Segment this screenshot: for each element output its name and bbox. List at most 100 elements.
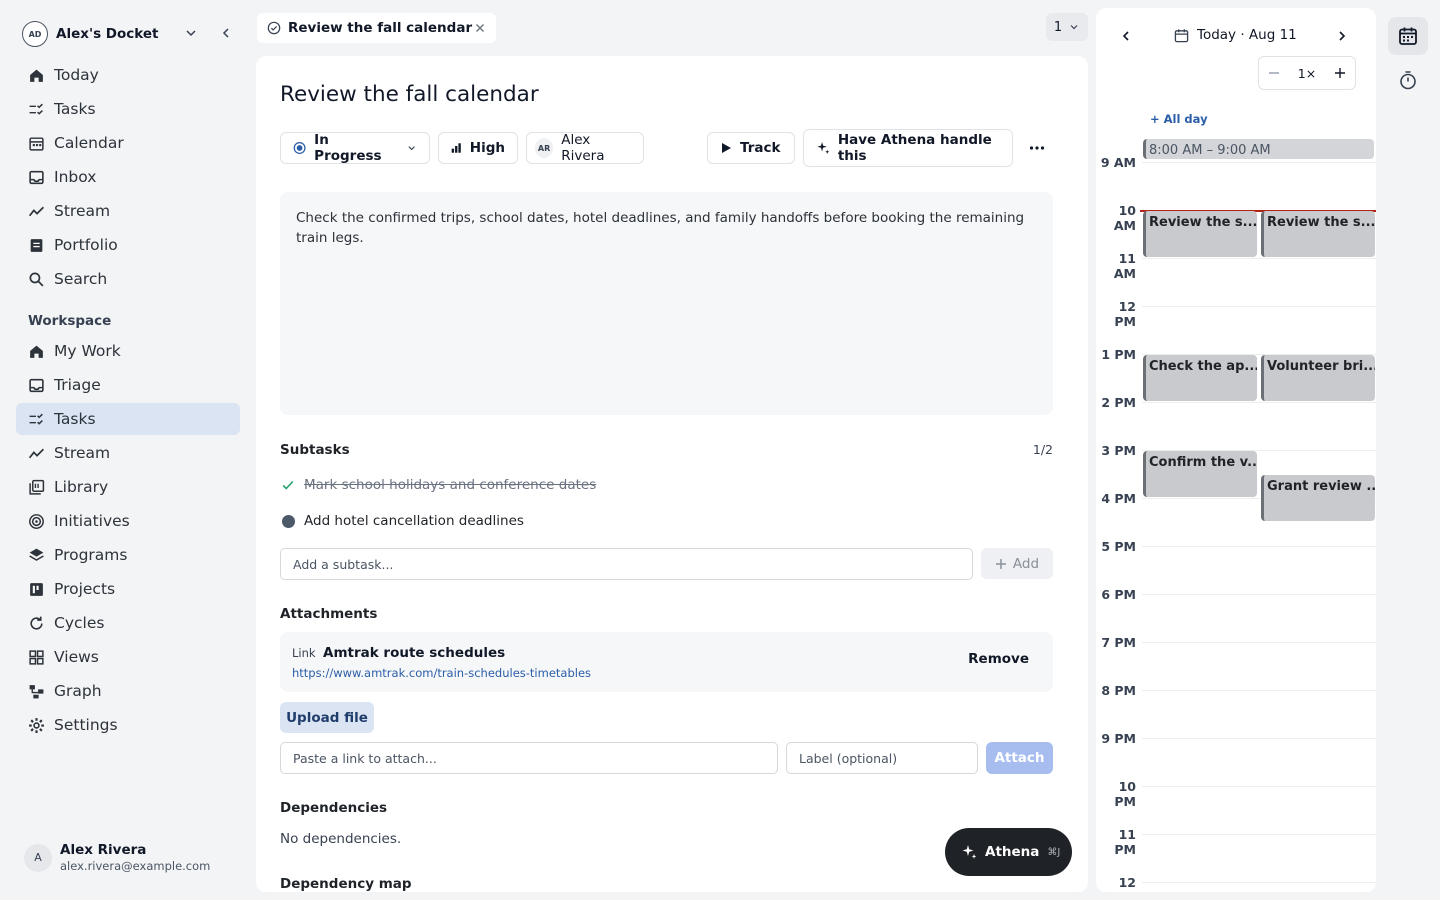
subtask-input[interactable]: Add a subtask... [280,548,973,580]
status-dropdown[interactable]: In Progress [280,132,430,164]
attachments-heading: Attachments [280,606,378,622]
timer-panel-toggle[interactable] [1388,61,1428,99]
priority-label: High [469,140,505,156]
hour-label: 9 PM [1101,731,1136,746]
calendar-event[interactable]: Volunteer bri... [1261,355,1375,401]
stream-icon [28,445,45,462]
calendar-panel-toggle[interactable] [1388,17,1428,55]
sidebar-item-library[interactable]: Library [16,471,240,503]
subtask-toggle[interactable] [280,513,296,529]
check-icon[interactable] [280,477,296,493]
calendar-today-button[interactable]: Today · Aug 11 [1174,27,1297,43]
attachment-label-input[interactable]: Label (optional) [786,742,978,774]
sidebar-item-label: Library [54,478,109,496]
sidebar-item-triage[interactable]: Triage [16,369,240,401]
workspace-section-label: Workspace [28,313,112,329]
subtask-item[interactable]: Add hotel cancellation deadlines [280,513,524,529]
close-icon[interactable] [472,20,488,36]
assignee-dropdown[interactable]: AR Alex Rivera [526,132,644,164]
page-title: Review the fall calendar [280,82,539,107]
sidebar-item-label: Graph [54,682,102,700]
calendar-event[interactable]: Review the s... [1261,211,1375,257]
add-subtask-label: Add [1012,555,1040,572]
hour-gridline [1142,162,1376,163]
sidebar-item-stream[interactable]: Stream [16,195,240,227]
priority-dropdown[interactable]: High [438,132,518,164]
tasks-icon [28,101,45,118]
sidebar-item-inbox[interactable]: Inbox [16,161,240,193]
upload-file-button[interactable]: Upload file [280,702,374,733]
stream-icon [28,203,45,220]
sidebar-item-search[interactable]: Search [16,263,240,295]
user-profile[interactable]: A Alex Rivera alex.rivera@example.com [24,842,210,873]
attachment-item: Link Amtrak route schedules https://www.… [280,632,1053,692]
athena-button[interactable]: Athena ⌘J [945,828,1072,876]
workspace-switcher[interactable]: AD Alex's Docket [22,21,242,47]
athena-shortcut: ⌘J [1047,846,1061,858]
sidebar-item-projects[interactable]: Projects [16,573,240,605]
sidebar-item-label: Views [54,648,99,666]
description-field[interactable]: Check the confirmed trips, school dates,… [280,192,1053,415]
calendar-event[interactable]: Review the s... [1143,211,1257,257]
add-subtask-button[interactable]: Add [981,548,1053,579]
dependencies-heading: Dependencies [280,800,388,816]
calendar-event[interactable]: Grant review ... [1261,475,1375,521]
sidebar-item-label: Portfolio [54,236,118,254]
pane-count-dropdown[interactable]: 1 [1046,13,1088,41]
track-label: Track [740,140,781,156]
zoom-in-icon[interactable] [1334,67,1346,79]
sidebar-item-stream[interactable]: Stream [16,437,240,469]
attachment-name: Amtrak route schedules [323,645,506,661]
sidebar-item-views[interactable]: Views [16,641,240,673]
sidebar-item-my-work[interactable]: My Work [16,335,240,367]
sidebar-item-label: Inbox [54,168,97,186]
gear-icon [28,717,45,734]
remove-attachment-button[interactable]: Remove [968,651,1029,667]
hour-gridline [1142,594,1376,595]
sidebar-item-calendar[interactable]: Calendar [16,127,240,159]
more-options-icon[interactable] [1025,138,1049,158]
sidebar-item-label: Cycles [54,614,105,632]
hour-label: 6 PM [1101,587,1136,602]
sidebar-item-label: Search [54,270,108,288]
workspace-nav: My Work Triage Tasks Stream Library Initiativ… [16,335,240,743]
sidebar-item-settings[interactable]: Settings [16,709,240,741]
sidebar-item-tasks[interactable]: Tasks [16,93,240,125]
sparkle-icon [817,141,830,155]
hour-label: 12 PM [1114,299,1136,329]
assignee-name: Alex Rivera [561,132,605,164]
athena-handle-button[interactable]: Have Athena handle this [803,129,1013,167]
status-label: In Progress [314,132,382,164]
sidebar-item-cycles[interactable]: Cycles [16,607,240,639]
subtask-label: Mark school holidays and conference date… [304,477,597,493]
sidebar-item-today[interactable]: Today [16,59,240,91]
hour-label: 4 PM [1101,491,1136,506]
hour-gridline [1142,738,1376,739]
tab-task[interactable]: Review the fall calendar [257,13,496,43]
attachment-link[interactable]: https://www.amtrak.com/train-schedules-t… [292,666,591,680]
avatar: AR [535,138,554,158]
inbox-icon [28,377,45,394]
chevron-left-icon[interactable] [1118,28,1134,44]
calendar-event[interactable]: Check the ap... [1143,355,1257,401]
sidebar-item-tasks[interactable]: Tasks [16,403,240,435]
sparkle-icon [962,845,977,859]
chevron-right-icon[interactable] [1334,28,1350,44]
chevron-down-icon[interactable] [183,25,199,41]
attachment-type: Link [292,646,316,660]
collapse-sidebar-icon[interactable] [218,25,234,41]
track-button[interactable]: Track [707,132,795,164]
sidebar-item-programs[interactable]: Programs [16,539,240,571]
zoom-out-icon[interactable] [1268,67,1280,79]
attachment-link-input[interactable]: Paste a link to attach... [280,742,778,774]
sidebar-item-graph[interactable]: Graph [16,675,240,707]
attach-button[interactable]: Attach [986,742,1053,774]
calendar-event[interactable]: 8:00 AM – 9:00 AM [1143,139,1374,159]
subtask-item[interactable]: Mark school holidays and conference date… [280,477,596,493]
calendar-event[interactable]: Confirm the v... [1143,451,1257,497]
hour-gridline [1142,834,1376,835]
workspace-name: Alex's Docket [56,26,159,42]
sidebar-item-initiatives[interactable]: Initiatives [16,505,240,537]
sidebar-item-portfolio[interactable]: Portfolio [16,229,240,261]
all-day-toggle[interactable]: + All day [1150,112,1208,126]
